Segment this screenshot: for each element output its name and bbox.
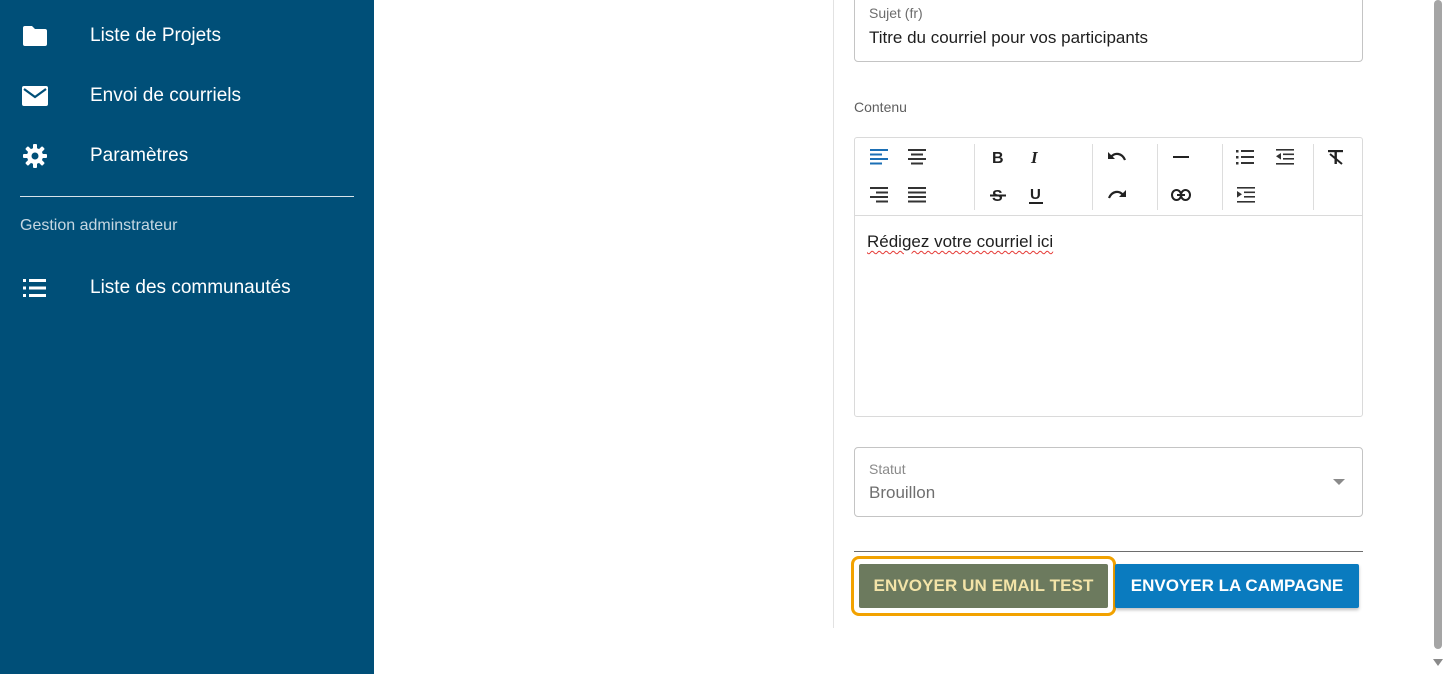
toolbar-separator bbox=[974, 144, 975, 210]
indent-icon[interactable] bbox=[1232, 181, 1260, 209]
toolbar-separator bbox=[1157, 144, 1158, 210]
test-button-focus-ring: ENVOYER UN EMAIL TEST bbox=[851, 556, 1116, 616]
redo-icon[interactable] bbox=[1103, 181, 1131, 209]
outdent-icon[interactable] bbox=[1271, 143, 1299, 171]
align-left-icon[interactable] bbox=[865, 143, 893, 171]
send-test-email-button[interactable]: ENVOYER UN EMAIL TEST bbox=[859, 564, 1108, 608]
content-divider bbox=[833, 0, 834, 628]
subject-field[interactable]: Sujet (fr) Titre du courriel pour vos pa… bbox=[854, 0, 1363, 62]
editor-toolbar: B I S U bbox=[855, 138, 1362, 216]
subject-input[interactable]: Titre du courriel pour vos participants bbox=[869, 28, 1148, 48]
align-justify-icon[interactable] bbox=[903, 181, 931, 209]
sidebar-divider bbox=[20, 196, 354, 197]
bold-icon[interactable]: B bbox=[984, 143, 1012, 171]
toolbar-separator bbox=[1222, 144, 1223, 210]
sidebar-item-emails[interactable]: Envoi de courriels bbox=[0, 72, 374, 120]
toolbar-separator bbox=[1092, 144, 1093, 210]
sidebar-item-label: Paramètres bbox=[90, 145, 189, 166]
svg-text:I: I bbox=[1030, 149, 1039, 165]
align-center-icon[interactable] bbox=[903, 143, 931, 171]
status-label: Statut bbox=[869, 461, 906, 477]
strikethrough-icon[interactable]: S bbox=[984, 181, 1012, 209]
sidebar-item-label: Envoi de courriels bbox=[90, 85, 242, 106]
gear-icon bbox=[21, 142, 49, 170]
sidebar: Liste de Projets Envoi de courriels Para… bbox=[0, 0, 374, 674]
horizontal-rule-icon[interactable] bbox=[1167, 143, 1195, 171]
list-icon bbox=[21, 274, 49, 302]
sidebar-item-label: Liste des communautés bbox=[90, 277, 291, 298]
sidebar-section-label: Gestion adminstrateur bbox=[20, 217, 178, 234]
sidebar-item-projects[interactable]: Liste de Projets bbox=[0, 12, 374, 60]
folder-icon bbox=[21, 22, 49, 50]
undo-icon[interactable] bbox=[1103, 143, 1131, 171]
sidebar-item-label: Liste de Projets bbox=[90, 25, 221, 46]
editor-text: Rédigez votre courriel ici bbox=[867, 232, 1054, 251]
svg-text:B: B bbox=[992, 150, 1004, 165]
send-campaign-button[interactable]: ENVOYER LA CAMPAGNE bbox=[1115, 564, 1359, 608]
align-right-icon[interactable] bbox=[865, 181, 893, 209]
rich-text-editor: B I S U Rédigez votre courriel ici bbox=[854, 137, 1363, 417]
status-select[interactable]: Statut Brouillon bbox=[854, 447, 1363, 517]
sidebar-item-communities[interactable]: Liste des communautés bbox=[0, 264, 374, 312]
content-label: Contenu bbox=[854, 99, 907, 115]
link-icon[interactable] bbox=[1167, 181, 1195, 209]
svg-text:U: U bbox=[1030, 186, 1041, 203]
scroll-down-arrow-icon[interactable] bbox=[1433, 659, 1443, 666]
toolbar-separator bbox=[1313, 144, 1314, 210]
actions-divider bbox=[854, 551, 1363, 552]
sidebar-item-settings[interactable]: Paramètres bbox=[0, 132, 374, 180]
editor-content[interactable]: Rédigez votre courriel ici bbox=[867, 232, 1053, 252]
status-value: Brouillon bbox=[869, 483, 936, 502]
bullet-list-icon[interactable] bbox=[1231, 143, 1259, 171]
mail-icon bbox=[21, 82, 49, 110]
subject-label: Sujet (fr) bbox=[869, 5, 923, 21]
clear-format-icon[interactable] bbox=[1322, 143, 1350, 171]
underline-icon[interactable]: U bbox=[1022, 181, 1050, 209]
scrollbar-thumb[interactable] bbox=[1434, 0, 1442, 649]
chevron-down-icon bbox=[1333, 479, 1345, 485]
italic-icon[interactable]: I bbox=[1022, 143, 1050, 171]
